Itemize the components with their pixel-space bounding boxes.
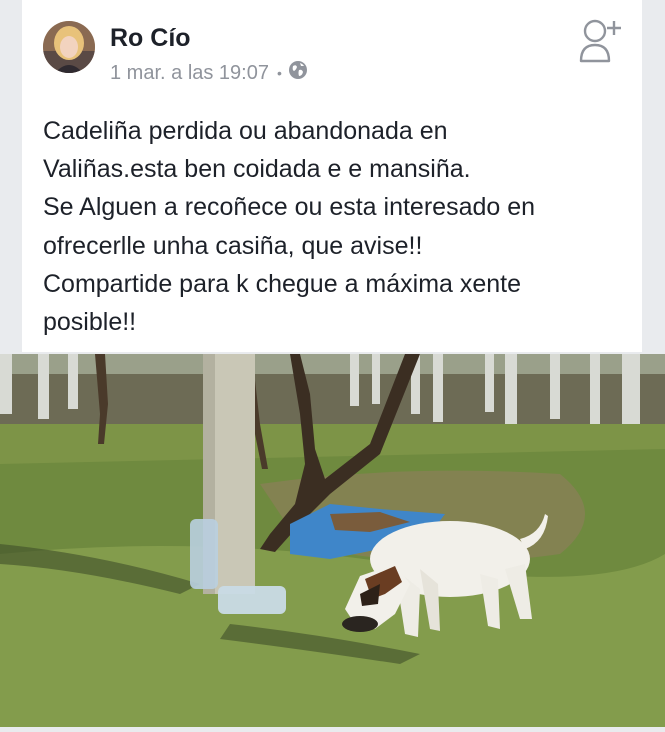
post-meta: 1 mar. a las 19:07 •	[110, 60, 308, 86]
post-card: Ro Cío 1 mar. a las 19:07 • Cadeliña per…	[22, 0, 642, 352]
author-name[interactable]: Ro Cío	[110, 24, 191, 53]
post-photo[interactable]	[0, 354, 665, 727]
post-text-line: Compartide para k chegue a máxima xente	[43, 269, 522, 298]
post-text-line: Valiñas.esta ben coidada e e mansiña.	[43, 155, 471, 184]
globe-icon	[288, 60, 308, 86]
post-text-line: posible!!	[43, 308, 137, 337]
post-text-line: Se Alguen a recoñece ou esta interesado …	[43, 193, 536, 222]
post-text: Cadeliña perdida ou abandonada en Valiña…	[43, 112, 633, 341]
post-timestamp[interactable]: 1 mar. a las 19:07	[110, 62, 269, 85]
add-friend-icon[interactable]	[578, 15, 624, 65]
author-avatar[interactable]	[43, 21, 95, 73]
post-text-line: ofrecerlle unha casiña, que avise!!	[43, 231, 423, 260]
meta-separator: •	[276, 65, 282, 81]
post-text-line: Cadeliña perdida ou abandonada en	[43, 117, 448, 145]
